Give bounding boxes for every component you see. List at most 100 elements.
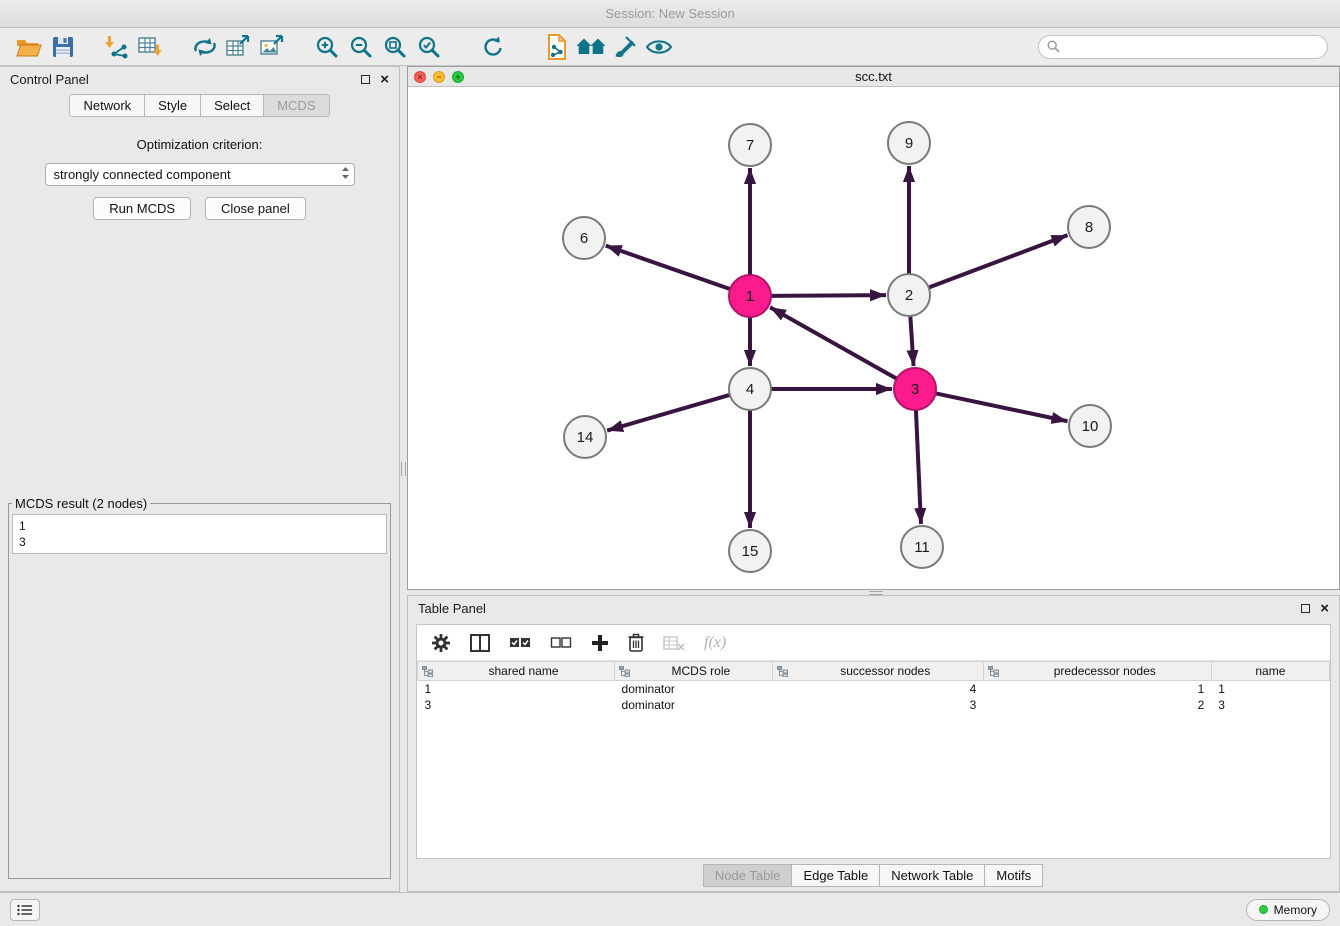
tab-select[interactable]: Select xyxy=(200,94,264,117)
table-cell[interactable]: 1 xyxy=(418,681,615,698)
graph-edge-1-6[interactable] xyxy=(606,246,732,290)
network-document-button[interactable] xyxy=(540,32,574,62)
graph-node-3[interactable]: 3 xyxy=(894,368,936,410)
deselect-all-button[interactable] xyxy=(550,636,572,650)
graph-node-9[interactable]: 9 xyxy=(888,122,930,164)
vertical-splitter[interactable] xyxy=(400,66,407,892)
refresh-button[interactable] xyxy=(476,32,510,62)
graph-edge-4-14[interactable] xyxy=(607,394,732,430)
new-network-button[interactable] xyxy=(188,32,222,62)
maximize-window-icon[interactable]: + xyxy=(452,71,464,83)
close-panel-icon[interactable]: × xyxy=(380,72,389,87)
search-icon xyxy=(1047,40,1060,53)
close-panel-button[interactable]: Close panel xyxy=(205,197,306,220)
graph-node-14[interactable]: 14 xyxy=(564,416,606,458)
table-cell[interactable]: 3 xyxy=(772,697,983,713)
column-type-icon xyxy=(422,666,433,677)
save-icon xyxy=(52,36,74,58)
table-cell[interactable]: 3 xyxy=(418,697,615,713)
function-icon: f(x) xyxy=(704,634,726,652)
document-network-icon xyxy=(545,34,569,60)
tab-motifs[interactable]: Motifs xyxy=(984,864,1043,887)
export-image-button[interactable] xyxy=(256,32,290,62)
column-header-successor-nodes[interactable]: successor nodes xyxy=(772,662,983,681)
float-table-panel-icon[interactable] xyxy=(1301,604,1310,613)
graph-edge-1-2[interactable] xyxy=(769,295,886,296)
network-canvas[interactable]: 7 9 6 8 1 2 4 3 14 10 15 11 xyxy=(408,87,1339,589)
annotation-button[interactable] xyxy=(608,32,642,62)
float-panel-icon[interactable] xyxy=(361,75,370,84)
table-cell[interactable]: 3 xyxy=(1211,697,1329,713)
save-session-button[interactable] xyxy=(46,32,80,62)
close-table-panel-icon[interactable]: × xyxy=(1320,601,1329,616)
mcds-result-text[interactable]: 13 xyxy=(12,514,387,554)
function-builder-button[interactable]: f(x) xyxy=(704,634,726,652)
tab-edge-table[interactable]: Edge Table xyxy=(791,864,880,887)
graph-edge-3-10[interactable] xyxy=(934,393,1068,421)
graph-edge-3-1[interactable] xyxy=(770,307,898,379)
graph-node-6[interactable]: 6 xyxy=(563,217,605,259)
import-network-button[interactable] xyxy=(100,32,134,62)
tab-node-table[interactable]: Node Table xyxy=(703,864,793,887)
memory-button[interactable]: Memory xyxy=(1246,899,1330,921)
tab-network-table[interactable]: Network Table xyxy=(879,864,985,887)
table-cell[interactable]: 1 xyxy=(983,681,1211,698)
graph-edge-3-11[interactable] xyxy=(916,408,921,524)
table-cell[interactable]: dominator xyxy=(615,697,773,713)
delete-column-button[interactable] xyxy=(628,633,644,652)
delete-table-button[interactable] xyxy=(663,635,685,651)
show-columns-button[interactable] xyxy=(470,634,490,652)
table-cell[interactable]: 4 xyxy=(772,681,983,698)
graph-node-label: 15 xyxy=(742,543,759,560)
tab-network[interactable]: Network xyxy=(69,94,145,117)
graph-node-8[interactable]: 8 xyxy=(1068,206,1110,248)
window-titlebar[interactable]: Session: New Session xyxy=(0,0,1340,28)
graph-node-4[interactable]: 4 xyxy=(729,368,771,410)
graph-node-1[interactable]: 1 xyxy=(729,275,771,317)
home-button[interactable] xyxy=(574,32,608,62)
zoom-selected-button[interactable] xyxy=(412,32,446,62)
horizontal-splitter[interactable] xyxy=(407,590,1340,595)
table-row[interactable]: 1dominator411 xyxy=(418,681,1330,698)
table-row[interactable]: 3dominator323 xyxy=(418,697,1330,713)
column-header-name[interactable]: name xyxy=(1211,662,1329,681)
toggle-graphics-button[interactable] xyxy=(642,32,676,62)
network-window-titlebar[interactable]: scc.txt × − + xyxy=(408,67,1339,87)
table-cell[interactable]: dominator xyxy=(615,681,773,698)
select-all-icon xyxy=(509,636,531,650)
minimize-window-icon[interactable]: − xyxy=(433,71,445,83)
table-settings-button[interactable] xyxy=(431,633,451,653)
graph-node-label: 7 xyxy=(746,137,754,154)
add-column-button[interactable] xyxy=(591,634,609,652)
task-history-button[interactable] xyxy=(10,899,40,921)
graph-edge-2-8[interactable] xyxy=(927,235,1068,288)
open-file-button[interactable] xyxy=(12,32,46,62)
tab-mcds[interactable]: MCDS xyxy=(263,94,329,117)
column-header-shared-name[interactable]: shared name xyxy=(418,662,615,681)
table-cell[interactable]: 1 xyxy=(1211,681,1329,698)
zoom-out-button[interactable] xyxy=(344,32,378,62)
graph-node-11[interactable]: 11 xyxy=(901,526,943,568)
graph-node-10[interactable]: 10 xyxy=(1069,405,1111,447)
graph-node-7[interactable]: 7 xyxy=(729,124,771,166)
run-mcds-button[interactable]: Run MCDS xyxy=(93,197,191,220)
select-all-button[interactable] xyxy=(509,636,531,650)
table-cell[interactable]: 2 xyxy=(983,697,1211,713)
cytoscape-window: Session: New Session xyxy=(0,0,1340,926)
graph-node-15[interactable]: 15 xyxy=(729,530,771,572)
zoom-fit-button[interactable] xyxy=(378,32,412,62)
criterion-dropdown[interactable]: strongly connected component xyxy=(45,163,355,186)
search-input[interactable] xyxy=(1065,40,1319,54)
graph-edge-2-3[interactable] xyxy=(910,314,913,366)
close-window-icon[interactable]: × xyxy=(414,71,426,83)
mcds-result-title: MCDS result (2 nodes) xyxy=(12,496,150,511)
column-header-predecessor-nodes[interactable]: predecessor nodes xyxy=(983,662,1211,681)
tab-style[interactable]: Style xyxy=(144,94,201,117)
column-header-mcds-role[interactable]: MCDS role xyxy=(615,662,773,681)
zoom-in-button[interactable] xyxy=(310,32,344,62)
toolbar-search[interactable] xyxy=(1038,35,1328,59)
import-table-button[interactable] xyxy=(134,32,168,62)
graph-node-2[interactable]: 2 xyxy=(888,274,930,316)
main-toolbar xyxy=(0,28,1340,66)
export-table-button[interactable] xyxy=(222,32,256,62)
